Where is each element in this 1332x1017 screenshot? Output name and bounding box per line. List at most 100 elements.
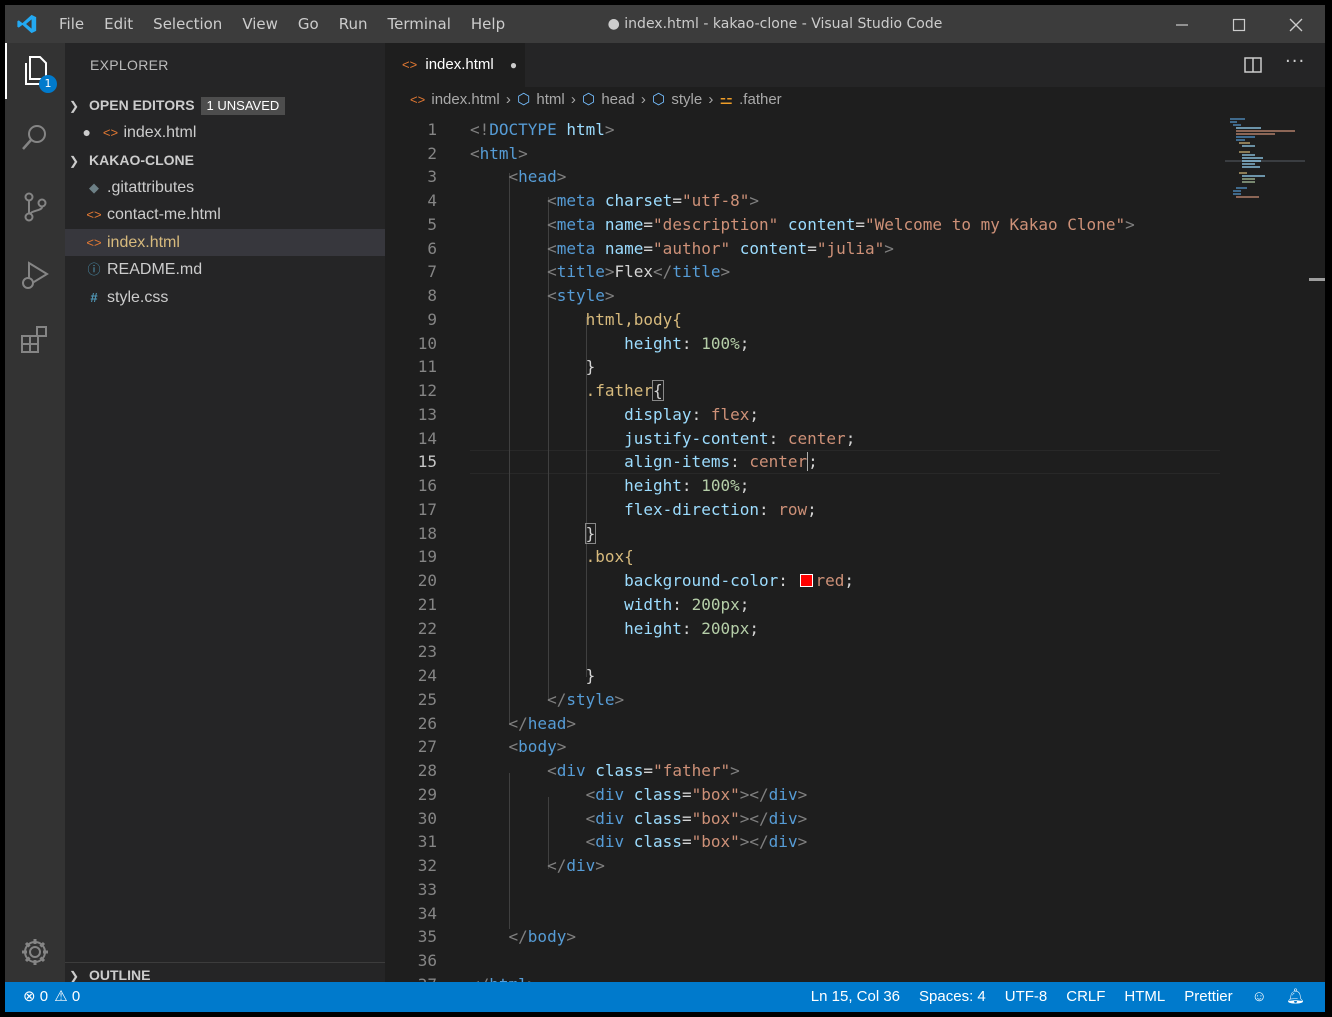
unsaved-dot-icon[interactable]: ● xyxy=(510,58,517,72)
line-number: 8 xyxy=(427,286,437,305)
breadcrumb: <> index.html › ⬡ html › ⬡ head › ⬡ styl… xyxy=(385,87,1325,113)
menu-edit[interactable]: Edit xyxy=(94,5,143,43)
line-number: 12 xyxy=(417,381,437,400)
extensions-activity[interactable] xyxy=(5,311,65,367)
color-swatch-icon[interactable] xyxy=(799,574,813,587)
open-editors-label: OPEN EDITORS xyxy=(89,97,195,113)
extensions-icon xyxy=(21,326,47,353)
split-editor-button[interactable] xyxy=(1243,55,1263,79)
tab-index-html[interactable]: <> index.html ● xyxy=(385,43,525,87)
menu-run[interactable]: Run xyxy=(329,5,378,43)
line-number: 5 xyxy=(427,215,437,234)
unsaved-dot-icon[interactable]: ● xyxy=(65,119,91,146)
folder-section[interactable]: ❯ KAKAO-CLONE xyxy=(65,148,385,172)
menu-help[interactable]: Help xyxy=(461,5,515,43)
breadcrumb-item[interactable]: html xyxy=(536,91,564,108)
line-number: 6 xyxy=(427,239,437,258)
code-line: html,body{ xyxy=(585,310,682,329)
gear-icon xyxy=(22,939,48,965)
code-line: <meta name="description" content="Welcom… xyxy=(547,215,1135,234)
menu-selection[interactable]: Selection xyxy=(143,5,232,43)
file-item-style[interactable]: # style.css xyxy=(65,284,385,311)
encoding[interactable]: UTF-8 xyxy=(1005,982,1048,1012)
file-item-gitattributes[interactable]: ◆ .gitattributes xyxy=(65,174,385,201)
menu-terminal[interactable]: Terminal xyxy=(378,5,461,43)
line-number: 29 xyxy=(417,785,437,804)
line-number: 33 xyxy=(417,880,437,899)
activity-bar: 1 xyxy=(5,43,65,982)
manage-activity[interactable] xyxy=(5,924,65,980)
menu-go[interactable]: Go xyxy=(288,5,329,43)
search-activity[interactable] xyxy=(5,109,65,165)
formatter[interactable]: Prettier xyxy=(1184,982,1232,1012)
line-number: 15 xyxy=(417,452,437,471)
file-label: .gitattributes xyxy=(107,179,195,196)
line-number: 22 xyxy=(417,619,437,638)
more-actions-button[interactable]: ··· xyxy=(1285,51,1305,72)
line-number: 28 xyxy=(417,761,437,780)
html-file-icon: <> xyxy=(102,125,119,140)
css-file-icon: # xyxy=(90,290,98,305)
unsaved-badge: 1 UNSAVED xyxy=(200,97,286,115)
language-mode[interactable]: HTML xyxy=(1124,982,1165,1012)
file-item-index[interactable]: <> index.html xyxy=(65,229,385,256)
code-line: height: 100%; xyxy=(624,476,750,495)
git-file-icon: ◆ xyxy=(89,180,99,195)
line-number: 27 xyxy=(417,737,437,756)
code-line: height: 100%; xyxy=(624,334,750,353)
warning-icon: ⚠ xyxy=(54,988,68,1005)
close-button[interactable] xyxy=(1267,5,1325,43)
minimize-button[interactable] xyxy=(1153,5,1211,43)
text-cursor: ; xyxy=(807,452,818,471)
minimap[interactable] xyxy=(1225,113,1325,982)
sidebar-title: EXPLORER xyxy=(90,57,169,73)
code-line: <meta charset="utf-8"> xyxy=(547,191,760,210)
status-bar: ⊗ 0 ⚠ 0 Ln 15, Col 36 Spaces: 4 UTF-8 CR… xyxy=(5,982,1325,1012)
chevron-right-icon: › xyxy=(640,91,646,108)
code-line: <body> xyxy=(508,737,567,756)
cursor-position[interactable]: Ln 15, Col 36 xyxy=(811,982,900,1012)
line-number: 37 xyxy=(385,973,437,982)
notifications-bell-icon[interactable]: 🔔︎ xyxy=(1286,982,1305,1012)
scrollbar-thumb[interactable] xyxy=(1309,278,1325,281)
run-debug-activity[interactable] xyxy=(5,247,65,303)
line-number: 30 xyxy=(417,809,437,828)
breadcrumb-item[interactable]: style xyxy=(671,91,702,108)
source-control-activity[interactable] xyxy=(5,179,65,235)
error-count: 0 xyxy=(39,988,49,1005)
feedback-icon[interactable]: ☺ xyxy=(1252,982,1267,1012)
code-editor[interactable]: 1 2 3 4 5 6 7 8 9 10 11 12 13 14 15 16 17 18 19 20 21 22 23 24 2… xyxy=(385,113,1225,982)
menu-view[interactable]: View xyxy=(232,5,288,43)
file-item-readme[interactable]: ⓘ README.md xyxy=(65,256,385,283)
title-bar: File Edit Selection View Go Run Terminal… xyxy=(5,5,1325,43)
problems-indicator[interactable]: ⊗ 0 ⚠ 0 xyxy=(23,982,80,1012)
file-item-contact-me[interactable]: <> contact-me.html xyxy=(65,201,385,228)
warning-count: 0 xyxy=(71,988,81,1005)
line-number: 17 xyxy=(417,500,437,519)
breadcrumb-item[interactable]: index.html xyxy=(431,91,499,108)
indentation[interactable]: Spaces: 4 xyxy=(919,982,986,1012)
menu-bar: File Edit Selection View Go Run Terminal… xyxy=(49,5,515,43)
file-label: contact-me.html xyxy=(107,206,221,223)
element-icon: ⬡ xyxy=(652,91,666,108)
error-icon: ⊗ xyxy=(23,988,36,1005)
code-line: </html> xyxy=(470,973,537,982)
open-editors-section[interactable]: ❯ OPEN EDITORS 1 UNSAVED xyxy=(65,93,385,117)
line-ending[interactable]: CRLF xyxy=(1066,982,1105,1012)
menu-file[interactable]: File xyxy=(49,5,94,43)
close-icon xyxy=(1289,18,1303,31)
explorer-activity[interactable]: 1 xyxy=(5,43,65,99)
outline-label: OUTLINE xyxy=(89,967,151,983)
breadcrumb-item[interactable]: .father xyxy=(739,91,782,108)
line-number: 25 xyxy=(417,690,437,709)
maximize-button[interactable] xyxy=(1210,5,1268,43)
open-editor-item[interactable]: ● <> index.html xyxy=(65,119,385,146)
line-number: 26 xyxy=(417,714,437,733)
line-number: 19 xyxy=(417,547,437,566)
breadcrumb-item[interactable]: head xyxy=(601,91,634,108)
vscode-window: File Edit Selection View Go Run Terminal… xyxy=(5,5,1325,1012)
element-icon: ⬡ xyxy=(517,91,531,108)
code-line: <!DOCTYPE html> xyxy=(470,120,615,139)
chevron-right-icon: › xyxy=(505,91,511,108)
line-number: 9 xyxy=(427,310,437,329)
